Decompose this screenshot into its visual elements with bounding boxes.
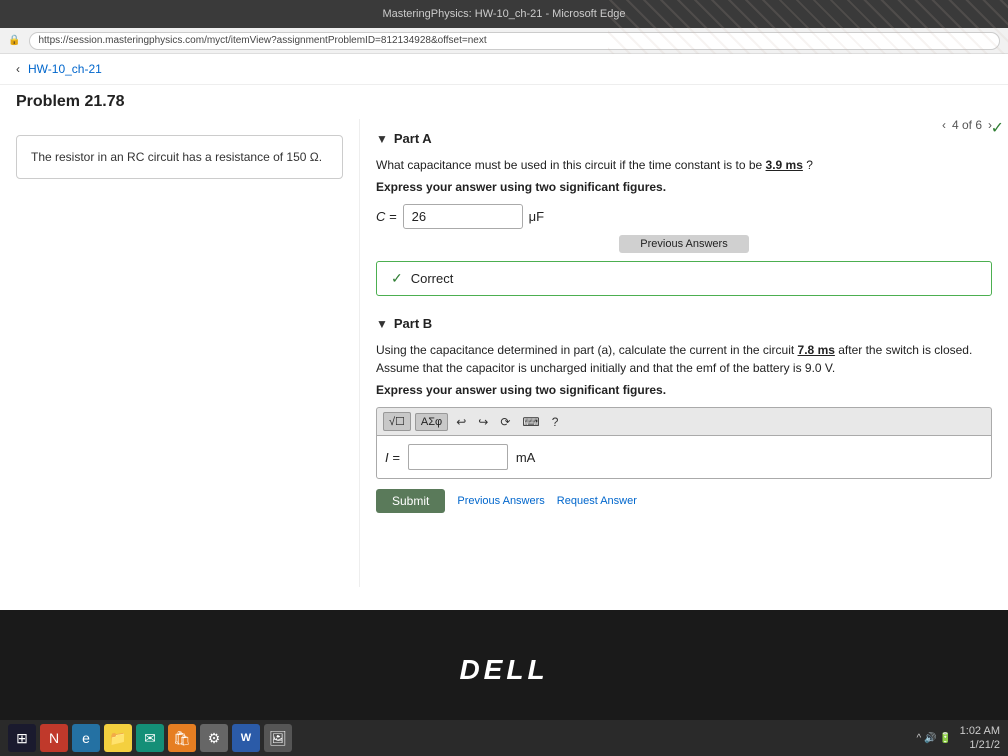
taskbar-icon-settings[interactable]: ⚙ [200,724,228,752]
start-button[interactable]: ⊞ [8,724,36,752]
request-answer-link[interactable]: Request Answer [557,495,637,507]
taskbar-icon-netflix[interactable]: N [40,724,68,752]
clock-date: 1/21/2 [960,738,1000,752]
redo-icon[interactable]: ↪ [474,413,492,431]
taskbar-icon-ie[interactable]: e [72,724,100,752]
taskbar: ⊞ N e 📁 ✉ 🛍 ⚙ W 🖼 ^ 🔊 🔋 1:02 AM 1/21/2 [0,720,1008,756]
keyboard-icon[interactable]: ⌨ [518,413,543,431]
correct-checkmark-icon: ✓ [391,270,403,287]
page-content: ‹ HW-10_ch-21 Problem 21.78 ‹ 4 of 6 › ✓… [0,54,1008,610]
part-b-label: Part B [394,316,432,331]
greek-button[interactable]: ΑΣφ [415,413,448,431]
part-a-label: Part A [394,131,432,146]
back-arrow[interactable]: ‹ [16,62,20,76]
submit-button[interactable]: Submit [376,489,445,513]
chevron-left-icon[interactable]: ‹ [942,118,946,132]
undo-icon[interactable]: ↩ [452,413,470,431]
dell-logo: DELL [459,654,548,686]
part-b-input-row: I = mA [385,444,983,470]
taskbar-icon-mail[interactable]: ✉ [136,724,164,752]
taskbar-icon-word[interactable]: W [232,724,260,752]
part-a-unit: μF [529,209,544,224]
address-bar-row: 🔒 https://session.masteringphysics.com/m… [0,28,1008,54]
reset-icon[interactable]: ⟳ [496,413,514,431]
windows-icon: ⊞ [16,730,28,747]
part-a-answer-input[interactable]: 26 [403,204,523,229]
clock-time: 1:02 AM [960,724,1000,738]
problem-description-box: The resistor in an RC circuit has a resi… [16,135,343,179]
address-url: https://session.masteringphysics.com/myc… [38,35,486,46]
part-b-input-area: I = mA [376,435,992,479]
browser-title: MasteringPhysics: HW-10_ch-21 - Microsof… [8,8,1000,20]
part-a-question: What capacitance must be used in this ci… [376,156,992,174]
dell-logo-area: DELL [0,620,1008,720]
correct-label: Correct [411,271,454,286]
taskbar-time: 1:02 AM 1/21/2 [960,724,1000,753]
problem-description: The resistor in an RC circuit has a resi… [31,150,322,164]
part-b-answer-label: I = [385,450,400,465]
top-nav: ‹ HW-10_ch-21 [0,54,1008,85]
taskbar-icon-photo[interactable]: 🖼 [264,724,292,752]
part-a-header: ▼ Part A [376,131,992,146]
page-counter: ‹ 4 of 6 › [942,118,992,132]
taskbar-icons-systray: ^ 🔊 🔋 [916,733,951,744]
part-b-prev-answers-link[interactable]: Previous Answers [457,495,544,507]
part-b-unit: mA [516,450,536,465]
taskbar-right: ^ 🔊 🔋 1:02 AM 1/21/2 [916,724,1000,753]
part-b-sig-figs: Express your answer using two significan… [376,383,992,397]
chevron-right-icon[interactable]: › [988,118,992,132]
part-a-sig-figs: Express your answer using two significan… [376,180,992,194]
left-sidebar: The resistor in an RC circuit has a resi… [0,119,360,587]
part-b-answer-input[interactable] [408,444,508,470]
address-bar[interactable]: https://session.masteringphysics.com/myc… [29,32,1000,50]
browser-titlebar: MasteringPhysics: HW-10_ch-21 - Microsof… [0,0,1008,28]
part-a-answer-row: C = 26 μF [376,204,992,229]
part-b-question: Using the capacitance determined in part… [376,341,992,377]
sqrt-button[interactable]: √☐ [383,412,411,431]
right-content: ▼ Part A What capacitance must be used i… [360,119,1008,587]
correct-banner: ✓ Correct [376,261,992,296]
page-counter-value: 4 of 6 [952,118,982,132]
taskbar-icon-store[interactable]: 🛍 [168,724,196,752]
part-b-section: ▼ Part B Using the capacitance determine… [376,316,992,513]
taskbar-icon-folder[interactable]: 📁 [104,724,132,752]
help-icon[interactable]: ? [548,413,563,431]
math-toolbar: √☐ ΑΣφ ↩ ↪ ⟳ ⌨ ? [376,407,992,435]
lock-icon: 🔒 [8,35,20,46]
part-a-collapse-arrow[interactable]: ▼ [376,132,388,146]
part-b-header: ▼ Part B [376,316,992,331]
part-b-collapse-arrow[interactable]: ▼ [376,317,388,331]
part-a-answer-label: C = [376,209,397,224]
nav-link[interactable]: HW-10_ch-21 [28,62,102,76]
main-layout: The resistor in an RC circuit has a resi… [0,119,1008,587]
part-a-section: ▼ Part A What capacitance must be used i… [376,131,992,296]
submit-row: Submit Previous Answers Request Answer [376,489,992,513]
problem-title: Problem 21.78 [0,85,1008,119]
part-a-prev-answers-btn[interactable]: Previous Answers [619,235,749,253]
